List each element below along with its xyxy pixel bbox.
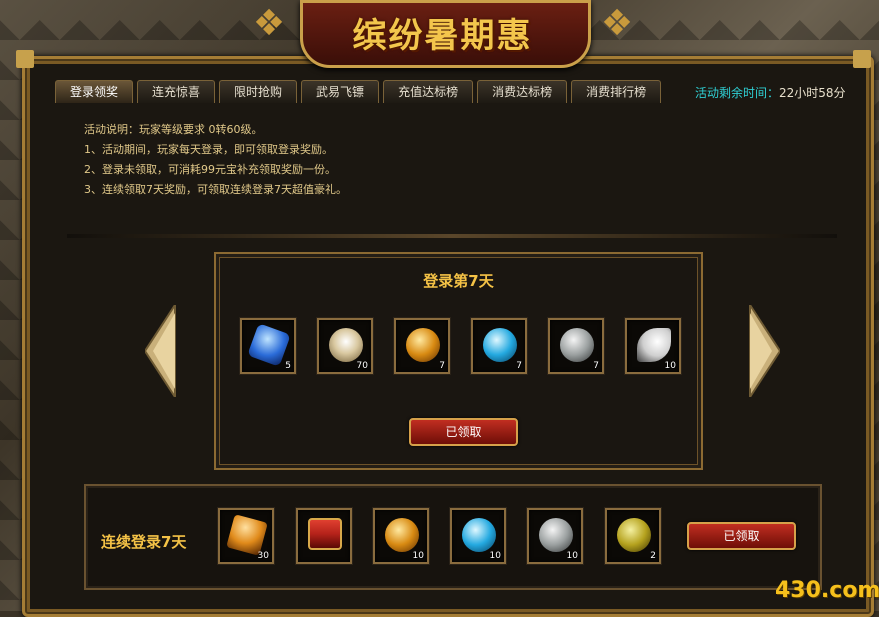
silver-dragon-orb-icon[interactable]: 10 bbox=[527, 508, 583, 564]
item-count: 7 bbox=[593, 361, 599, 371]
item-count: 5 bbox=[285, 361, 291, 371]
tab-recharge-surprise[interactable]: 连充惊喜 bbox=[137, 80, 216, 103]
left-dragon-icon: ❖ bbox=[252, 3, 286, 44]
orange-crystal-icon[interactable]: 30 bbox=[218, 508, 274, 564]
item-count: 10 bbox=[489, 551, 501, 561]
description-line: 活动说明：玩家等级要求 0转60级。 bbox=[84, 123, 263, 136]
tab-recharge-rank[interactable]: 充值达标榜 bbox=[383, 80, 474, 103]
item-count: 10 bbox=[566, 551, 578, 561]
prev-arrow-button[interactable] bbox=[145, 305, 177, 397]
item-count: 70 bbox=[356, 361, 368, 371]
white-wing-icon[interactable]: 10 bbox=[625, 318, 681, 374]
divider bbox=[67, 234, 837, 238]
window-title: 缤纷暑期惠 bbox=[352, 16, 533, 56]
frame-corner bbox=[853, 50, 871, 68]
description-line: 2、登录未领取，可消耗99元宝补充领取奖励一份。 bbox=[84, 163, 336, 176]
tab-consume-leaderboard[interactable]: 消费排行榜 bbox=[571, 80, 662, 103]
item-count: 30 bbox=[257, 551, 269, 561]
item-count: 7 bbox=[516, 361, 522, 371]
item-count: 7 bbox=[439, 361, 445, 371]
remaining-time-value: 22小时58分 bbox=[779, 86, 846, 100]
jade-coin-icon[interactable]: 2 bbox=[605, 508, 661, 564]
streak-claimed-button[interactable]: 已领取 bbox=[687, 522, 796, 550]
gold-orb-icon[interactable]: 7 bbox=[394, 318, 450, 374]
pearl-shell-icon[interactable]: 70 bbox=[317, 318, 373, 374]
panel-title: 登录第7天 bbox=[423, 272, 494, 290]
tab-bar: 登录领奖 连充惊喜 限时抢购 武易飞镖 充值达标榜 消费达标榜 消费排行榜 bbox=[55, 80, 665, 104]
remaining-time: 活动剩余时间：22小时58分 bbox=[695, 84, 846, 101]
streak-label: 连续登录7天 bbox=[101, 533, 187, 551]
tab-flash-sale[interactable]: 限时抢购 bbox=[219, 80, 298, 103]
site-logo: 430.com bbox=[775, 578, 879, 603]
remaining-time-label: 活动剩余时间： bbox=[695, 86, 780, 100]
silver-dragon-orb-icon[interactable]: 7 bbox=[548, 318, 604, 374]
right-dragon-icon: ❖ bbox=[600, 3, 634, 44]
next-arrow-button[interactable] bbox=[748, 305, 780, 397]
description-line: 3、连续领取7天奖励，可领取连续登录7天超值豪礼。 bbox=[84, 183, 347, 196]
frame-corner bbox=[16, 50, 34, 68]
blue-orb-icon[interactable]: 10 bbox=[450, 508, 506, 564]
tab-darts[interactable]: 武易飞镖 bbox=[301, 80, 380, 103]
red-treasure-chest-icon[interactable] bbox=[296, 508, 352, 564]
description-line: 1、活动期间，玩家每天登录，即可领取登录奖励。 bbox=[84, 143, 333, 156]
blue-crystal-icon[interactable]: 5 bbox=[240, 318, 296, 374]
item-count: 10 bbox=[664, 361, 676, 371]
blue-orb-icon[interactable]: 7 bbox=[471, 318, 527, 374]
claimed-button[interactable]: 已领取 bbox=[409, 418, 518, 446]
item-count: 10 bbox=[412, 551, 424, 561]
item-count: 2 bbox=[650, 551, 656, 561]
tab-consume-rank[interactable]: 消费达标榜 bbox=[477, 80, 568, 103]
tab-login-reward[interactable]: 登录领奖 bbox=[55, 80, 134, 103]
gold-orb-icon[interactable]: 10 bbox=[373, 508, 429, 564]
event-description: 活动说明：玩家等级要求 0转60级。 1、活动期间，玩家每天登录，即可领取登录奖… bbox=[84, 120, 347, 200]
